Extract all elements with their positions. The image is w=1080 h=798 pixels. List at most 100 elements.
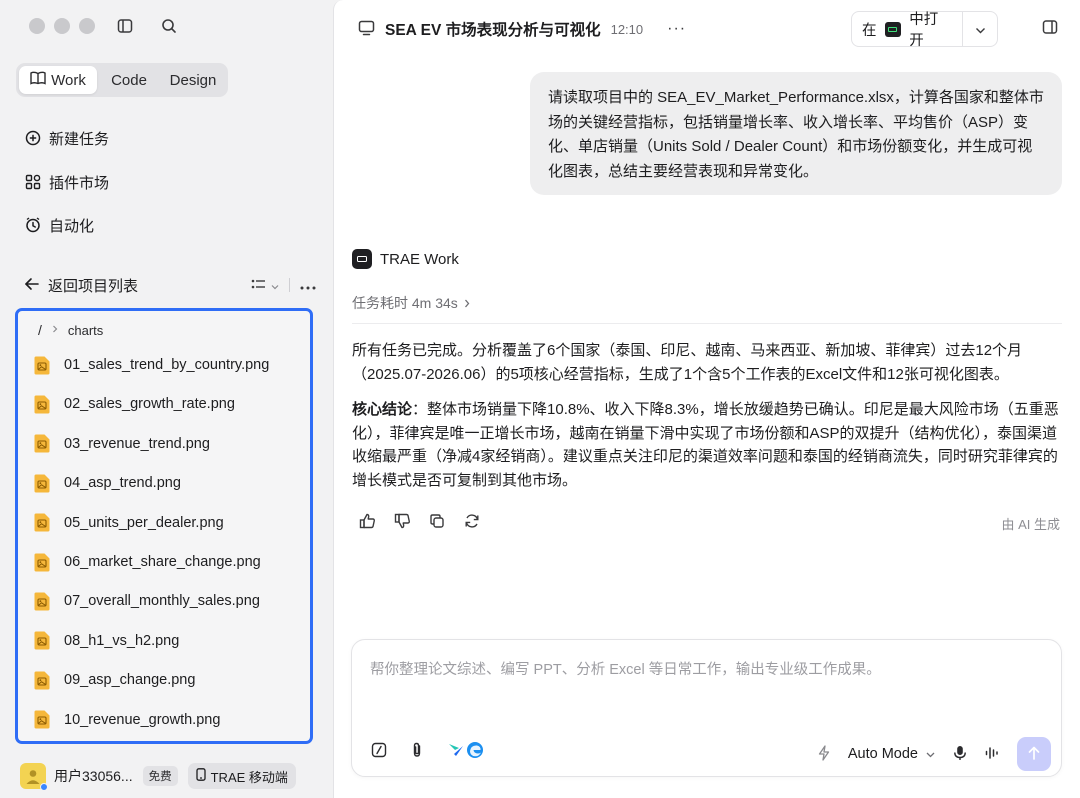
composer: Auto Mode (351, 639, 1062, 777)
chat-header: SEA EV 市场表现分析与可视化 12:10 ··· 在 中打开 (334, 0, 1080, 58)
file-name: 05_units_per_dealer.png (64, 514, 224, 531)
file-item[interactable]: 02_sales_growth_rate.png (34, 393, 235, 415)
file-view-controls (251, 273, 316, 297)
minimize-window-button[interactable] (54, 18, 70, 34)
file-item[interactable]: 04_asp_trend.png (34, 472, 181, 494)
more-horizontal-icon[interactable] (300, 277, 316, 293)
file-name: 07_overall_monthly_sales.png (64, 593, 260, 610)
file-item[interactable]: 09_asp_change.png (34, 669, 195, 691)
divider (352, 323, 1062, 324)
image-file-icon (34, 671, 50, 690)
chevron-right-icon (52, 325, 58, 336)
ai-generated-note: 由 AI 生成 (1001, 514, 1060, 533)
file-item[interactable]: 06_market_share_change.png (34, 551, 261, 573)
plan-badge: 免费 (142, 766, 178, 786)
breadcrumb-root[interactable]: / (38, 322, 42, 338)
arrow-left-icon (24, 277, 40, 294)
open-in-prefix: 在 (862, 22, 877, 39)
mobile-app-label: TRAE 移动端 (210, 769, 288, 785)
plus-circle-icon (24, 130, 41, 147)
file-name: 03_revenue_trend.png (64, 435, 210, 452)
sidebar: Work Code Design 新建任务 插件市场 自动化 返回项目列表 / … (0, 0, 332, 798)
chevron-down-icon (271, 277, 279, 293)
chevron-down-icon (926, 746, 935, 762)
book-icon (30, 71, 46, 89)
sidebar-item-new-task[interactable]: 新建任务 (24, 126, 109, 150)
online-dot (40, 783, 48, 791)
lightning-icon[interactable] (818, 744, 830, 764)
file-item[interactable]: 05_units_per_dealer.png (34, 512, 224, 534)
more-options-button[interactable]: ··· (667, 20, 686, 38)
list-view-toggle[interactable] (251, 277, 279, 293)
connected-apps[interactable] (446, 741, 484, 759)
zoom-window-button[interactable] (79, 18, 95, 34)
sidebar-item-label: 插件市场 (49, 174, 110, 192)
ai-generated-label: 由 AI 生成 (1001, 517, 1060, 532)
slash-command-icon[interactable] (370, 741, 388, 759)
composer-tools (370, 741, 484, 759)
file-panel: / charts 01_sales_trend_by_country.png 02… (15, 308, 313, 744)
file-item[interactable]: 08_h1_vs_h2.png (34, 630, 179, 652)
divider (289, 278, 290, 292)
back-label: 返回项目列表 (48, 277, 139, 295)
file-name: 02_sales_growth_rate.png (64, 396, 235, 413)
sidebar-item-automation[interactable]: 自动化 (24, 213, 94, 237)
username[interactable]: 用户33056... (54, 766, 133, 786)
search-icon[interactable] (159, 16, 179, 36)
chat-main: SEA EV 市场表现分析与可视化 12:10 ··· 在 中打开 请读取项目中… (333, 0, 1080, 798)
tab-design[interactable]: Design (161, 66, 225, 94)
attachment-icon[interactable] (408, 741, 426, 759)
prompt-input[interactable] (370, 658, 1040, 718)
file-item[interactable]: 10_revenue_growth.png (34, 709, 220, 731)
open-in-label: 中打开 (909, 12, 939, 49)
sidebar-item-plugins[interactable]: 插件市场 (24, 170, 109, 194)
regenerate-icon[interactable] (463, 512, 481, 530)
chevron-right-icon (464, 295, 470, 311)
image-file-icon (34, 631, 50, 650)
duration-label: 任务耗时 4m 34s (352, 295, 458, 311)
list-icon (251, 277, 267, 293)
open-in-dropdown[interactable] (963, 21, 997, 37)
file-item[interactable]: 03_revenue_trend.png (34, 433, 210, 455)
file-item[interactable]: 07_overall_monthly_sales.png (34, 590, 260, 612)
voice-wave-icon[interactable] (985, 746, 999, 763)
edge-app-icon (466, 741, 484, 759)
right-panel-toggle-icon[interactable] (1042, 19, 1060, 37)
image-file-icon (34, 395, 50, 414)
file-name: 08_h1_vs_h2.png (64, 632, 180, 649)
tab-work[interactable]: Work (19, 66, 97, 94)
message-actions (358, 512, 481, 530)
mode-selector[interactable]: Auto Mode (848, 746, 935, 762)
tab-code[interactable]: Code (99, 66, 159, 94)
mobile-app-button[interactable]: TRAE 移动端 (187, 763, 296, 789)
plugins-icon (24, 174, 41, 191)
conclusion-text: ：整体市场销量下降10.8%、收入下降8.3%，增长放缓趋势已确认。印尼是最大风… (352, 401, 1059, 489)
avatar[interactable] (20, 763, 48, 791)
send-button[interactable] (1017, 737, 1051, 771)
open-in-button[interactable]: 在 中打开 (851, 11, 998, 49)
mode-label: Auto Mode (847, 746, 918, 762)
monitor-icon (358, 20, 375, 39)
back-to-projects[interactable]: 返回项目列表 (24, 273, 316, 297)
tab-work-label: Work (51, 71, 86, 89)
image-file-icon (34, 434, 50, 453)
close-window-button[interactable] (29, 18, 45, 34)
sidebar-toggle-icon[interactable] (115, 16, 135, 36)
breadcrumb-folder[interactable]: charts (68, 323, 103, 338)
image-file-icon (34, 553, 50, 572)
open-in-main[interactable]: 在 中打开 (852, 12, 962, 49)
user-row: 用户33056... 免费 TRAE 移动端 (20, 762, 316, 791)
task-duration[interactable]: 任务耗时 4m 34s (352, 293, 470, 313)
title-wrap: SEA EV 市场表现分析与可视化 12:10 ··· (358, 18, 686, 40)
clock-icon (24, 217, 41, 234)
copy-icon[interactable] (428, 512, 446, 530)
thumbs-down-icon[interactable] (393, 512, 411, 530)
file-item[interactable]: 01_sales_trend_by_country.png (34, 354, 269, 376)
image-file-icon (34, 592, 50, 611)
app-window: Work Code Design 新建任务 插件市场 自动化 返回项目列表 / … (0, 0, 1080, 798)
file-name: 01_sales_trend_by_country.png (64, 357, 270, 373)
image-file-icon (34, 513, 50, 532)
microphone-icon[interactable] (953, 745, 967, 764)
tab-code-label: Code (111, 71, 147, 89)
thumbs-up-icon[interactable] (358, 512, 376, 530)
